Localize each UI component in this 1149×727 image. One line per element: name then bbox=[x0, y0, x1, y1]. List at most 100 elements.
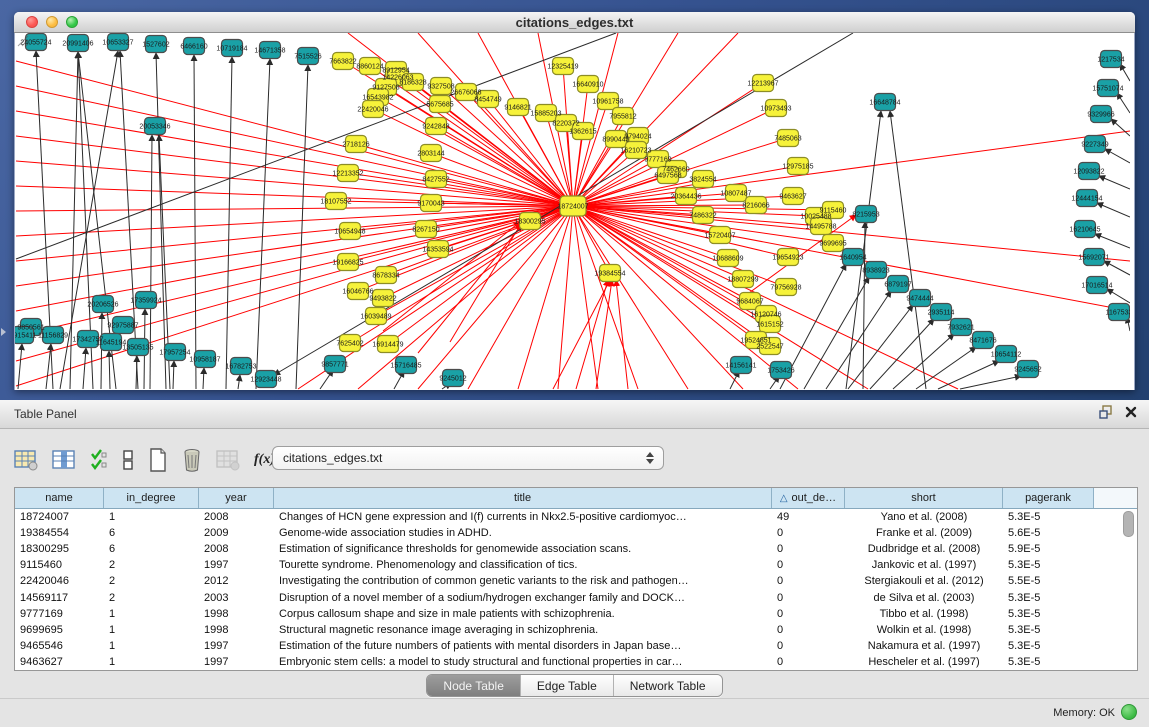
tab-network-table[interactable]: Network Table bbox=[614, 675, 722, 696]
scrollbar-thumb[interactable] bbox=[1123, 511, 1134, 537]
table-cell[interactable]: 22420046 bbox=[15, 575, 104, 587]
table-cell[interactable]: 9777169 bbox=[15, 608, 104, 620]
table-row[interactable]: 911546021997Tourette syndrome. Phenomeno… bbox=[15, 557, 1137, 573]
table-cell[interactable]: 19384554 bbox=[15, 527, 104, 539]
tab-edge-table[interactable]: Edge Table bbox=[521, 675, 614, 696]
canvas-resize-grip-icon[interactable] bbox=[15, 33, 29, 47]
table-cell[interactable]: de Silva et al. (2003) bbox=[845, 592, 1003, 604]
table-cell[interactable]: 0 bbox=[772, 608, 845, 620]
table-row[interactable]: 946362711997Embryonic stem cells: a mode… bbox=[15, 654, 1137, 670]
table-cell[interactable]: 9465546 bbox=[15, 640, 104, 652]
table-cell[interactable]: 5.3E-5 bbox=[1003, 640, 1094, 652]
table-cell[interactable]: Embryonic stem cells: a model to study s… bbox=[274, 656, 772, 668]
table-cell[interactable]: Dudbridge et al. (2008) bbox=[845, 543, 1003, 555]
table-cell[interactable]: 0 bbox=[772, 656, 845, 668]
table-cell[interactable]: Changes of HCN gene expression and I(f) … bbox=[274, 511, 772, 523]
table-cell[interactable]: Tibbo et al. (1998) bbox=[845, 608, 1003, 620]
table-cell[interactable]: 5.3E-5 bbox=[1003, 559, 1094, 571]
table-cell[interactable]: 14569117 bbox=[15, 592, 104, 604]
table-cell[interactable]: Franke et al. (2009) bbox=[845, 527, 1003, 539]
table-cell[interactable]: 0 bbox=[772, 527, 845, 539]
table-cell[interactable]: 5.3E-5 bbox=[1003, 608, 1094, 620]
table-cell[interactable]: 1998 bbox=[199, 608, 274, 620]
table-cell[interactable]: 1 bbox=[104, 656, 199, 668]
table-cell[interactable]: 1 bbox=[104, 640, 199, 652]
table-cell[interactable]: Tourette syndrome. Phenomenology and cla… bbox=[274, 559, 772, 571]
table-cell[interactable]: Stergiakouli et al. (2012) bbox=[845, 575, 1003, 587]
table-cell[interactable]: 18300295 bbox=[15, 543, 104, 555]
table-cell[interactable]: 6 bbox=[104, 527, 199, 539]
table-row[interactable]: 1456911722003Disruption of a novel membe… bbox=[15, 589, 1137, 605]
table-cell[interactable]: 5.6E-5 bbox=[1003, 527, 1094, 539]
column-header-title[interactable]: title bbox=[274, 488, 772, 508]
table-cell[interactable]: 5.9E-5 bbox=[1003, 543, 1094, 555]
table-cell[interactable]: 1997 bbox=[199, 559, 274, 571]
cell-pair-icon[interactable] bbox=[122, 449, 134, 471]
table-cell[interactable]: 1997 bbox=[199, 656, 274, 668]
table-vertical-scrollbar[interactable] bbox=[1122, 511, 1133, 666]
table-cell[interactable]: Hescheler et al. (1997) bbox=[845, 656, 1003, 668]
table-cell[interactable]: Jankovic et al. (1997) bbox=[845, 559, 1003, 571]
row-check-icon[interactable] bbox=[90, 449, 108, 471]
table-cell[interactable]: Genome-wide association studies in ADHD. bbox=[274, 527, 772, 539]
column-header-in_degree[interactable]: in_degree bbox=[104, 488, 199, 508]
table-cell[interactable]: 1998 bbox=[199, 624, 274, 636]
table-row[interactable]: 1938455462009Genome-wide association stu… bbox=[15, 525, 1137, 541]
table-settings-icon[interactable] bbox=[14, 449, 38, 471]
table-cell[interactable]: 18724007 bbox=[15, 511, 104, 523]
table-cell[interactable]: Nakamura et al. (1997) bbox=[845, 640, 1003, 652]
table-cell[interactable]: 6 bbox=[104, 543, 199, 555]
table-cell[interactable]: 1 bbox=[104, 624, 199, 636]
table-cell[interactable]: 9699695 bbox=[15, 624, 104, 636]
network-canvas[interactable]: 1872400718300295193845547663822886012489… bbox=[14, 33, 1135, 390]
table-cell[interactable]: 49 bbox=[772, 511, 845, 523]
table-cell[interactable]: Investigating the contribution of common… bbox=[274, 575, 772, 587]
table-cell[interactable]: Structural magnetic resonance image aver… bbox=[274, 624, 772, 636]
table-cell[interactable]: 5.3E-5 bbox=[1003, 511, 1094, 523]
table-cell[interactable]: 2009 bbox=[199, 527, 274, 539]
table-cell[interactable]: 5.3E-5 bbox=[1003, 624, 1094, 636]
table-cell[interactable]: 0 bbox=[772, 543, 845, 555]
column-header-name[interactable]: name bbox=[15, 488, 104, 508]
table-cell[interactable]: 9115460 bbox=[15, 559, 104, 571]
table-cell[interactable]: Corpus callosum shape and size in male p… bbox=[274, 608, 772, 620]
column-header-filler[interactable] bbox=[1094, 488, 1137, 508]
table-cell[interactable]: 2008 bbox=[199, 543, 274, 555]
table-cell[interactable]: 2008 bbox=[199, 511, 274, 523]
table-cell[interactable]: 1 bbox=[104, 608, 199, 620]
new-table-icon[interactable] bbox=[148, 448, 168, 472]
table-cell[interactable]: Estimation of significance thresholds fo… bbox=[274, 543, 772, 555]
table-cell[interactable]: 5.3E-5 bbox=[1003, 656, 1094, 668]
table-row[interactable]: 1872400712008Changes of HCN gene express… bbox=[15, 509, 1137, 525]
table-cell[interactable]: 0 bbox=[772, 640, 845, 652]
table-cell[interactable]: Disruption of a novel member of a sodium… bbox=[274, 592, 772, 604]
column-header-short[interactable]: short bbox=[845, 488, 1003, 508]
float-panel-icon[interactable] bbox=[1099, 405, 1113, 419]
close-panel-icon[interactable] bbox=[1125, 406, 1137, 418]
table-cell[interactable]: 9463627 bbox=[15, 656, 104, 668]
table-cell[interactable]: Wolkin et al. (1998) bbox=[845, 624, 1003, 636]
table-cell[interactable]: 2 bbox=[104, 592, 199, 604]
table-cell[interactable]: Yano et al. (2008) bbox=[845, 511, 1003, 523]
table-selector-dropdown[interactable]: citations_edges.txt bbox=[272, 446, 664, 470]
table-cell[interactable]: 0 bbox=[772, 624, 845, 636]
table-row[interactable]: 946554611997Estimation of the future num… bbox=[15, 638, 1137, 654]
panel-collapse-arrow-icon[interactable] bbox=[1, 328, 6, 336]
table-cell[interactable]: 2 bbox=[104, 559, 199, 571]
network-window-titlebar[interactable]: citations_edges.txt bbox=[14, 12, 1135, 33]
tab-node-table[interactable]: Node Table bbox=[427, 675, 521, 696]
table-row[interactable]: 1830029562008Estimation of significance … bbox=[15, 541, 1137, 557]
table-cell[interactable]: 2003 bbox=[199, 592, 274, 604]
table-cell[interactable]: 1 bbox=[104, 511, 199, 523]
table-row[interactable]: 969969511998Structural magnetic resonanc… bbox=[15, 622, 1137, 638]
table-cell[interactable]: 2012 bbox=[199, 575, 274, 587]
table-row[interactable]: 977716911998Corpus callosum shape and si… bbox=[15, 606, 1137, 622]
table-cell[interactable]: Estimation of the future numbers of pati… bbox=[274, 640, 772, 652]
table-row[interactable]: 2242004622012Investigating the contribut… bbox=[15, 573, 1137, 589]
table-cell[interactable]: 0 bbox=[772, 592, 845, 604]
table-cell[interactable]: 2 bbox=[104, 575, 199, 587]
column-select-icon[interactable] bbox=[52, 449, 76, 471]
table-cell[interactable]: 5.3E-5 bbox=[1003, 592, 1094, 604]
column-header-pagerank[interactable]: pagerank bbox=[1003, 488, 1094, 508]
column-header-out_de…[interactable]: △out_de… bbox=[772, 488, 845, 508]
